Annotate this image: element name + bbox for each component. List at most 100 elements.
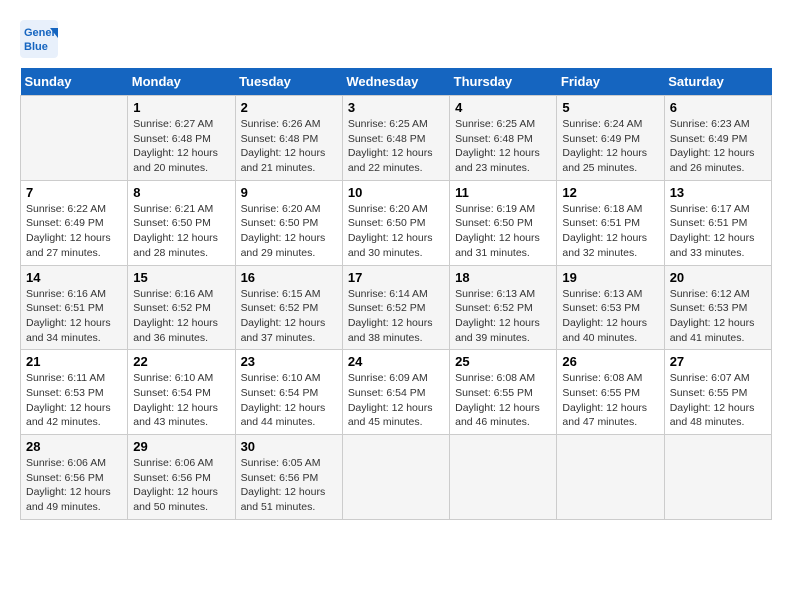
day-info: Sunrise: 6:08 AM Sunset: 6:55 PM Dayligh… xyxy=(562,371,658,430)
calendar-cell xyxy=(664,435,771,520)
day-info: Sunrise: 6:10 AM Sunset: 6:54 PM Dayligh… xyxy=(133,371,229,430)
calendar-cell xyxy=(342,435,449,520)
day-number: 6 xyxy=(670,100,766,115)
day-info: Sunrise: 6:20 AM Sunset: 6:50 PM Dayligh… xyxy=(348,202,444,261)
logo-icon: General Blue xyxy=(20,20,58,58)
day-number: 12 xyxy=(562,185,658,200)
calendar-cell xyxy=(450,435,557,520)
day-number: 9 xyxy=(241,185,337,200)
day-number: 22 xyxy=(133,354,229,369)
day-header-saturday: Saturday xyxy=(664,68,771,96)
day-number: 23 xyxy=(241,354,337,369)
calendar-cell: 18 Sunrise: 6:13 AM Sunset: 6:52 PM Dayli… xyxy=(450,265,557,350)
day-info: Sunrise: 6:25 AM Sunset: 6:48 PM Dayligh… xyxy=(348,117,444,176)
calendar-cell: 26 Sunrise: 6:08 AM Sunset: 6:55 PM Dayli… xyxy=(557,350,664,435)
day-number: 28 xyxy=(26,439,122,454)
day-number: 27 xyxy=(670,354,766,369)
calendar-cell: 30 Sunrise: 6:05 AM Sunset: 6:56 PM Dayli… xyxy=(235,435,342,520)
day-number: 13 xyxy=(670,185,766,200)
calendar-cell: 16 Sunrise: 6:15 AM Sunset: 6:52 PM Dayli… xyxy=(235,265,342,350)
day-number: 8 xyxy=(133,185,229,200)
day-info: Sunrise: 6:05 AM Sunset: 6:56 PM Dayligh… xyxy=(241,456,337,515)
calendar-cell: 3 Sunrise: 6:25 AM Sunset: 6:48 PM Daylig… xyxy=(342,96,449,181)
day-info: Sunrise: 6:17 AM Sunset: 6:51 PM Dayligh… xyxy=(670,202,766,261)
day-number: 17 xyxy=(348,270,444,285)
calendar-cell: 6 Sunrise: 6:23 AM Sunset: 6:49 PM Daylig… xyxy=(664,96,771,181)
day-info: Sunrise: 6:12 AM Sunset: 6:53 PM Dayligh… xyxy=(670,287,766,346)
day-info: Sunrise: 6:24 AM Sunset: 6:49 PM Dayligh… xyxy=(562,117,658,176)
calendar-cell: 24Sunrise: 6:09 AM Sunset: 6:54 PM Dayli… xyxy=(342,350,449,435)
calendar-cell: 21 Sunrise: 6:11 AM Sunset: 6:53 PM Dayli… xyxy=(21,350,128,435)
calendar-cell: 5 Sunrise: 6:24 AM Sunset: 6:49 PM Daylig… xyxy=(557,96,664,181)
day-info: Sunrise: 6:19 AM Sunset: 6:50 PM Dayligh… xyxy=(455,202,551,261)
day-info: Sunrise: 6:13 AM Sunset: 6:52 PM Dayligh… xyxy=(455,287,551,346)
calendar-week-1: 1 Sunrise: 6:27 AM Sunset: 6:48 PM Daylig… xyxy=(21,96,772,181)
day-info: Sunrise: 6:16 AM Sunset: 6:51 PM Dayligh… xyxy=(26,287,122,346)
calendar-cell: 2 Sunrise: 6:26 AM Sunset: 6:48 PM Daylig… xyxy=(235,96,342,181)
calendar-cell: 8Sunrise: 6:21 AM Sunset: 6:50 PM Daylig… xyxy=(128,180,235,265)
day-info: Sunrise: 6:11 AM Sunset: 6:53 PM Dayligh… xyxy=(26,371,122,430)
calendar-cell: 28 Sunrise: 6:06 AM Sunset: 6:56 PM Dayli… xyxy=(21,435,128,520)
calendar-table: SundayMondayTuesdayWednesdayThursdayFrid… xyxy=(20,68,772,520)
calendar-week-4: 21 Sunrise: 6:11 AM Sunset: 6:53 PM Dayli… xyxy=(21,350,772,435)
page-header: General Blue xyxy=(20,20,772,58)
day-info: Sunrise: 6:14 AM Sunset: 6:52 PM Dayligh… xyxy=(348,287,444,346)
day-info: Sunrise: 6:06 AM Sunset: 6:56 PM Dayligh… xyxy=(133,456,229,515)
calendar-cell: 15 Sunrise: 6:16 AM Sunset: 6:52 PM Dayli… xyxy=(128,265,235,350)
day-number: 7 xyxy=(26,185,122,200)
day-header-thursday: Thursday xyxy=(450,68,557,96)
calendar-cell: 27 Sunrise: 6:07 AM Sunset: 6:55 PM Dayli… xyxy=(664,350,771,435)
day-number: 10 xyxy=(348,185,444,200)
day-header-wednesday: Wednesday xyxy=(342,68,449,96)
day-number: 2 xyxy=(241,100,337,115)
calendar-cell xyxy=(557,435,664,520)
day-info: Sunrise: 6:10 AM Sunset: 6:54 PM Dayligh… xyxy=(241,371,337,430)
day-info: Sunrise: 6:15 AM Sunset: 6:52 PM Dayligh… xyxy=(241,287,337,346)
calendar-cell: 23 Sunrise: 6:10 AM Sunset: 6:54 PM Dayli… xyxy=(235,350,342,435)
calendar-cell: 1 Sunrise: 6:27 AM Sunset: 6:48 PM Daylig… xyxy=(128,96,235,181)
day-number: 16 xyxy=(241,270,337,285)
day-number: 30 xyxy=(241,439,337,454)
calendar-cell: 14 Sunrise: 6:16 AM Sunset: 6:51 PM Dayli… xyxy=(21,265,128,350)
day-info: Sunrise: 6:26 AM Sunset: 6:48 PM Dayligh… xyxy=(241,117,337,176)
day-info: Sunrise: 6:07 AM Sunset: 6:55 PM Dayligh… xyxy=(670,371,766,430)
header-row: SundayMondayTuesdayWednesdayThursdayFrid… xyxy=(21,68,772,96)
calendar-cell: 19Sunrise: 6:13 AM Sunset: 6:53 PM Dayli… xyxy=(557,265,664,350)
svg-text:Blue: Blue xyxy=(24,41,48,53)
day-info: Sunrise: 6:25 AM Sunset: 6:48 PM Dayligh… xyxy=(455,117,551,176)
day-info: Sunrise: 6:16 AM Sunset: 6:52 PM Dayligh… xyxy=(133,287,229,346)
day-info: Sunrise: 6:06 AM Sunset: 6:56 PM Dayligh… xyxy=(26,456,122,515)
calendar-cell: 11 Sunrise: 6:19 AM Sunset: 6:50 PM Dayli… xyxy=(450,180,557,265)
day-info: Sunrise: 6:08 AM Sunset: 6:55 PM Dayligh… xyxy=(455,371,551,430)
day-number: 21 xyxy=(26,354,122,369)
calendar-cell: 13 Sunrise: 6:17 AM Sunset: 6:51 PM Dayli… xyxy=(664,180,771,265)
calendar-week-3: 14 Sunrise: 6:16 AM Sunset: 6:51 PM Dayli… xyxy=(21,265,772,350)
day-info: Sunrise: 6:23 AM Sunset: 6:49 PM Dayligh… xyxy=(670,117,766,176)
calendar-cell: 25Sunrise: 6:08 AM Sunset: 6:55 PM Dayli… xyxy=(450,350,557,435)
day-number: 11 xyxy=(455,185,551,200)
day-number: 20 xyxy=(670,270,766,285)
calendar-cell: 20 Sunrise: 6:12 AM Sunset: 6:53 PM Dayli… xyxy=(664,265,771,350)
calendar-cell: 9 Sunrise: 6:20 AM Sunset: 6:50 PM Daylig… xyxy=(235,180,342,265)
day-info: Sunrise: 6:20 AM Sunset: 6:50 PM Dayligh… xyxy=(241,202,337,261)
day-info: Sunrise: 6:22 AM Sunset: 6:49 PM Dayligh… xyxy=(26,202,122,261)
calendar-cell: 7 Sunrise: 6:22 AM Sunset: 6:49 PM Daylig… xyxy=(21,180,128,265)
day-header-monday: Monday xyxy=(128,68,235,96)
calendar-cell xyxy=(21,96,128,181)
day-header-sunday: Sunday xyxy=(21,68,128,96)
calendar-cell: 12Sunrise: 6:18 AM Sunset: 6:51 PM Dayli… xyxy=(557,180,664,265)
day-header-friday: Friday xyxy=(557,68,664,96)
day-number: 1 xyxy=(133,100,229,115)
calendar-cell: 10 Sunrise: 6:20 AM Sunset: 6:50 PM Dayli… xyxy=(342,180,449,265)
calendar-cell: 17 Sunrise: 6:14 AM Sunset: 6:52 PM Dayli… xyxy=(342,265,449,350)
day-number: 5 xyxy=(562,100,658,115)
day-number: 3 xyxy=(348,100,444,115)
day-number: 15 xyxy=(133,270,229,285)
day-number: 26 xyxy=(562,354,658,369)
day-number: 18 xyxy=(455,270,551,285)
calendar-cell: 22 Sunrise: 6:10 AM Sunset: 6:54 PM Dayli… xyxy=(128,350,235,435)
day-info: Sunrise: 6:09 AM Sunset: 6:54 PM Dayligh… xyxy=(348,371,444,430)
calendar-week-2: 7 Sunrise: 6:22 AM Sunset: 6:49 PM Daylig… xyxy=(21,180,772,265)
day-number: 14 xyxy=(26,270,122,285)
day-info: Sunrise: 6:27 AM Sunset: 6:48 PM Dayligh… xyxy=(133,117,229,176)
